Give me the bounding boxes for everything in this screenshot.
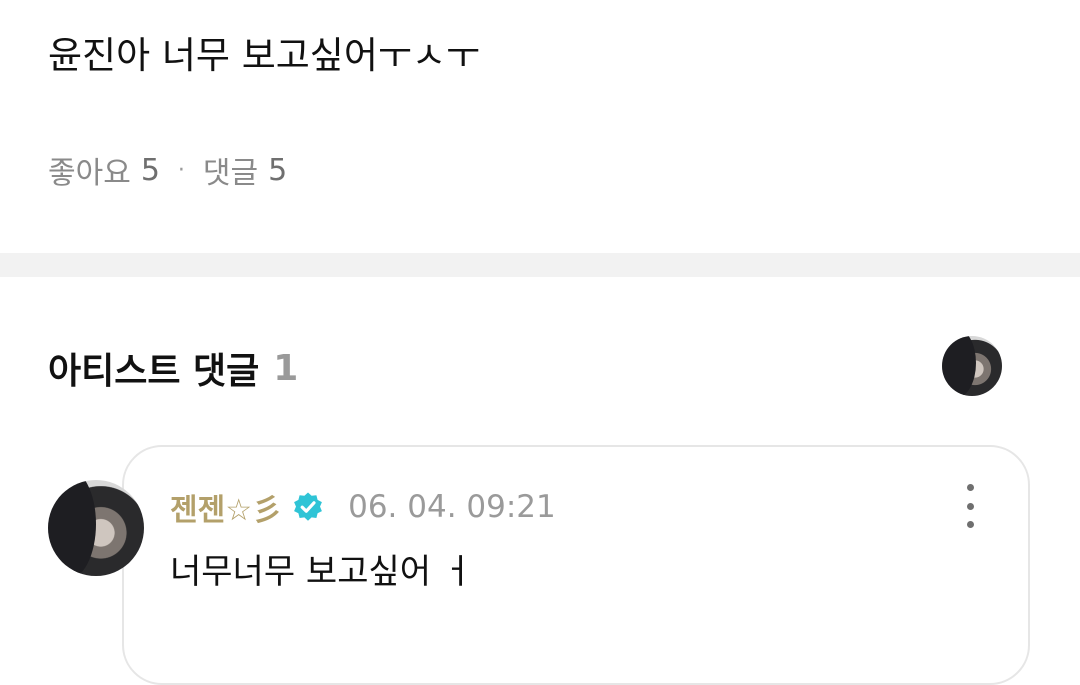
more-vertical-icon[interactable]: [950, 484, 990, 528]
comments-count: 5: [268, 152, 288, 188]
artist-comments-count: 1: [273, 347, 299, 389]
avatar-hair-shape: [48, 480, 96, 576]
post-stats: 좋아요 5 · 댓글 5: [48, 146, 287, 194]
comments-label[interactable]: 댓글: [203, 148, 258, 192]
stats-separator: ·: [177, 157, 185, 183]
artist-comments-header: 아티스트 댓글 1: [48, 338, 298, 398]
comment-meta: 젠젠☆彡 06. 04. 09:21: [170, 484, 556, 530]
avatar-hair-shape: [942, 336, 976, 396]
comment-author-name[interactable]: 젠젠☆彡: [170, 485, 282, 529]
post-body-text: 윤진아 너무 보고싶어ㅜㅅㅜ: [48, 34, 481, 77]
comment-text: 너무너무 보고싶어 ㅓ: [170, 552, 474, 592]
comment-timestamp: 06. 04. 09:21: [348, 489, 556, 525]
artist-comments-title: 아티스트 댓글: [48, 351, 260, 392]
section-divider: [0, 253, 1080, 277]
verified-badge-icon: [294, 492, 323, 521]
artist-avatar-small[interactable]: [942, 336, 1002, 396]
comment-author-avatar[interactable]: [48, 480, 144, 576]
likes-count: 5: [140, 152, 160, 188]
likes-label[interactable]: 좋아요: [48, 148, 131, 192]
more-dot: [966, 484, 974, 491]
more-dot: [966, 502, 974, 510]
more-dot: [966, 521, 974, 528]
